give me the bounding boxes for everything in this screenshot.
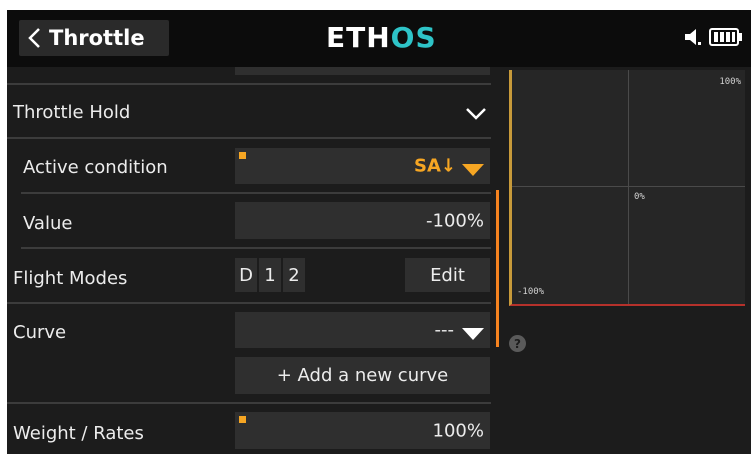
speaker-icon[interactable]: [683, 26, 703, 52]
curve-graph: 100% 0% -100%: [509, 70, 745, 306]
flight-modes-group: D 1 2 Edit: [235, 258, 490, 292]
status-icons: [683, 26, 743, 52]
active-condition-value: SA↓: [414, 155, 456, 177]
active-marker: [239, 152, 246, 159]
scrollbar[interactable]: [496, 190, 499, 347]
divider: [7, 83, 491, 85]
active-condition-select[interactable]: SA↓: [235, 148, 490, 184]
weight-rates-label: Weight / Rates: [13, 423, 144, 444]
back-chevron-icon: [19, 20, 49, 56]
divider: [7, 137, 491, 139]
flight-modes-label: Flight Modes: [13, 268, 128, 289]
graph-label-min: -100%: [517, 287, 545, 297]
curve-value: ---: [434, 319, 455, 341]
graph-label-max: 100%: [719, 77, 741, 87]
graph-label-zero: 0%: [634, 192, 645, 202]
dropdown-caret-icon: [462, 324, 484, 345]
weight-rates-field[interactable]: 100%: [235, 412, 490, 449]
curve-label: Curve: [13, 322, 67, 343]
back-button[interactable]: Throttle: [19, 20, 169, 56]
edit-flight-modes-button[interactable]: Edit: [405, 258, 490, 292]
throttle-hold-label: Throttle Hold: [13, 102, 131, 123]
weight-marker: [239, 416, 246, 423]
weight-rates-value: 100%: [432, 420, 484, 441]
flight-mode-2[interactable]: 2: [283, 258, 305, 292]
battery-icon: [709, 27, 743, 51]
ethos-logo: ETHOS: [326, 21, 437, 54]
graph-horizontal-axis: [512, 186, 745, 187]
add-new-curve-button[interactable]: + Add a new curve: [235, 357, 490, 394]
divider: [21, 192, 491, 194]
active-condition-label: Active condition: [23, 157, 168, 178]
divider: [21, 247, 491, 249]
help-icon[interactable]: ?: [509, 335, 526, 352]
graph-vertical-axis: [628, 70, 629, 304]
divider: [7, 302, 491, 304]
value-field[interactable]: -100%: [235, 202, 490, 239]
screen: Throttle ETHOS Throttle Hold Active cond…: [7, 10, 751, 454]
curve-select[interactable]: ---: [235, 312, 490, 348]
flight-mode-1[interactable]: 1: [259, 258, 281, 292]
value-label: Value: [23, 213, 73, 234]
flight-mode-d[interactable]: D: [235, 258, 257, 292]
divider: [7, 402, 491, 404]
scrolled-field: [235, 67, 490, 75]
value-number: -100%: [426, 210, 484, 231]
dropdown-caret-icon: [462, 160, 484, 181]
header-bar: Throttle ETHOS: [7, 10, 751, 67]
page-title: Throttle: [49, 26, 145, 50]
chevron-down-icon[interactable]: [465, 106, 487, 125]
